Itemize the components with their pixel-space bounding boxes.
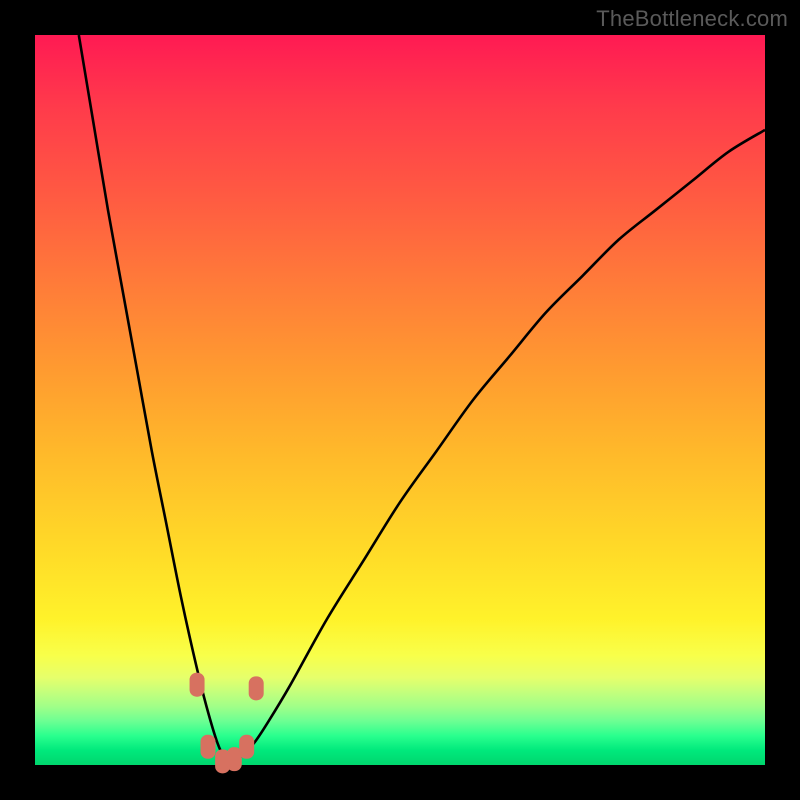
curve-marker-1 (201, 735, 216, 759)
marker-group (190, 673, 264, 774)
bottleneck-curve (79, 35, 765, 761)
curve-marker-4 (239, 735, 254, 759)
curve-marker-0 (190, 673, 205, 697)
attribution-text: TheBottleneck.com (596, 6, 788, 32)
curve-svg (35, 35, 765, 765)
curve-marker-5 (249, 676, 264, 700)
plot-area (35, 35, 765, 765)
chart-frame: TheBottleneck.com (0, 0, 800, 800)
